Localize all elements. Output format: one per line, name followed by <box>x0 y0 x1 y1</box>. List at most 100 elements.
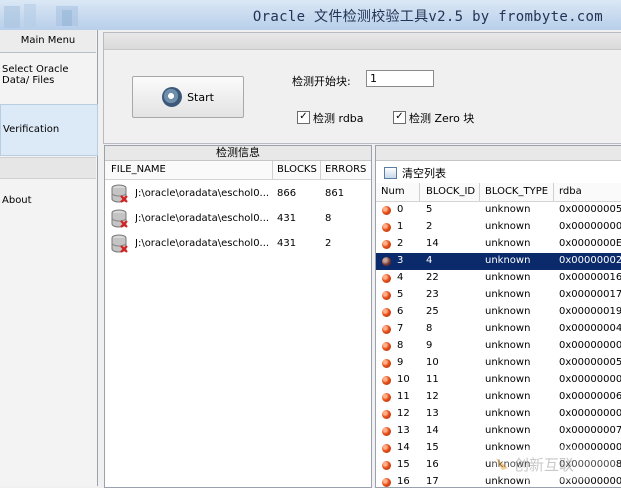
row-block-id: 12 <box>426 391 439 402</box>
start-block-input[interactable] <box>366 70 434 87</box>
start-button[interactable]: Start <box>132 76 244 118</box>
row-block-id: 5 <box>426 204 433 215</box>
sidebar-separator <box>0 157 96 179</box>
file-blocks: 431 <box>277 238 297 249</box>
file-errors: 2 <box>325 238 332 249</box>
row-block-id: 14 <box>426 425 439 436</box>
row-num: 11 <box>397 391 410 402</box>
row-rdba: 0x00000017 <box>559 289 621 300</box>
row-num: 8 <box>397 340 404 351</box>
row-rdba: 0x00000007 <box>559 425 621 436</box>
table-row[interactable]: 7 8 unknown 0x00000004 <box>376 321 621 338</box>
row-block-type: unknown <box>485 391 531 402</box>
column-errors[interactable]: ERRORS <box>325 164 366 175</box>
row-block-type: unknown <box>485 374 531 385</box>
check-rdba-checkbox[interactable]: ✓ <box>297 111 310 124</box>
file-name: J:\oracle\oradata\eschol0... <box>135 188 270 199</box>
row-rdba: 0x00000000 <box>559 221 621 232</box>
result-panel: 清空列表 Num BLOCK_ID BLOCK_TYPE rdba 0 5 unkn… <box>375 145 621 488</box>
row-block-type: unknown <box>485 357 531 368</box>
row-rdba: 0x00000004 <box>559 323 621 334</box>
title-bar: Oracle 文件检测校验工具v2.5 by frombyte.com <box>0 0 621 30</box>
status-dot-icon <box>382 444 391 453</box>
database-error-icon <box>111 184 128 203</box>
row-block-type: unknown <box>485 340 531 351</box>
row-rdba: 0x0000000E <box>559 238 621 249</box>
row-num: 10 <box>397 374 410 385</box>
watermark-text: 创新互联 <box>514 456 574 474</box>
table-row[interactable]: J:\oracle\oradata\eschol0... 431 8 <box>105 208 371 232</box>
table-row[interactable]: 9 10 unknown 0x00000005 <box>376 355 621 372</box>
watermark-logo: 创新互联 <box>492 446 616 482</box>
file-name: J:\oracle\oradata\eschol0... <box>135 238 270 249</box>
check-zero-checkbox[interactable]: ✓ <box>393 111 406 124</box>
status-dot-icon <box>382 257 391 266</box>
column-block-id[interactable]: BLOCK_ID <box>426 186 475 197</box>
row-block-type: unknown <box>485 204 531 215</box>
table-row[interactable]: 11 12 unknown 0x00000006 <box>376 389 621 406</box>
status-dot-icon <box>382 240 391 249</box>
table-row[interactable]: 4 22 unknown 0x00000016 <box>376 270 621 287</box>
row-block-type: unknown <box>485 238 531 249</box>
column-file-name[interactable]: FILE_NAME <box>111 164 166 175</box>
row-num: 2 <box>397 238 404 249</box>
table-row[interactable]: 0 5 unknown 0x00000005 <box>376 202 621 219</box>
file-blocks: 866 <box>277 188 297 199</box>
status-dot-icon <box>382 325 391 334</box>
table-row[interactable]: 2 14 unknown 0x0000000E <box>376 236 621 253</box>
clear-list-label: 清空列表 <box>402 167 446 180</box>
controls-panel: Start 检测开始块: ✓ 检测 rdba ✓ 检测 Zero 块 <box>103 32 621 144</box>
status-dot-icon <box>382 274 391 283</box>
row-block-id: 15 <box>426 442 439 453</box>
detect-info-title: 检测信息 <box>105 146 371 161</box>
row-block-type: unknown <box>485 289 531 300</box>
column-num[interactable]: Num <box>381 186 405 197</box>
row-rdba: 0x00000006 <box>559 391 621 402</box>
table-row[interactable]: J:\oracle\oradata\eschol0... 866 861 <box>105 183 371 207</box>
gear-icon <box>162 87 183 107</box>
row-block-type: unknown <box>485 272 531 283</box>
table-row[interactable]: 3 4 unknown 0x00000002 <box>376 253 621 270</box>
status-dot-icon <box>382 359 391 368</box>
sidebar-item-verification[interactable]: Verification <box>0 104 98 156</box>
column-blocks[interactable]: BLOCKS <box>277 164 317 175</box>
row-block-id: 9 <box>426 340 433 351</box>
row-rdba: 0x00000005 <box>559 204 621 215</box>
clear-list-button[interactable]: 清空列表 <box>384 165 446 181</box>
status-dot-icon <box>382 308 391 317</box>
row-num: 16 <box>397 476 410 487</box>
row-num: 1 <box>397 221 404 232</box>
row-num: 0 <box>397 204 404 215</box>
status-dot-icon <box>382 410 391 419</box>
sidebar-item-select-files[interactable]: Select Oracle Data/ Files <box>0 64 96 86</box>
sidebar-item-about[interactable]: About <box>0 195 96 206</box>
table-row[interactable]: J:\oracle\oradata\eschol0... 431 2 <box>105 233 371 257</box>
row-rdba: 0x00000005 <box>559 357 621 368</box>
row-num: 7 <box>397 323 404 334</box>
table-row[interactable]: 12 13 unknown 0x00000000 <box>376 406 621 423</box>
table-row[interactable]: 6 25 unknown 0x00000019 <box>376 304 621 321</box>
column-divider <box>419 183 420 201</box>
table-row[interactable]: 5 23 unknown 0x00000017 <box>376 287 621 304</box>
window-title: Oracle 文件检测校验工具v2.5 by frombyte.com <box>252 9 603 25</box>
row-num: 6 <box>397 306 404 317</box>
status-dot-icon <box>382 206 391 215</box>
row-rdba: 0x00000000 <box>559 340 621 351</box>
column-rdba[interactable]: rdba <box>559 186 582 197</box>
column-divider <box>553 183 554 201</box>
start-button-label: Start <box>187 90 214 104</box>
table-row[interactable]: 10 11 unknown 0x00000000 <box>376 372 621 389</box>
result-table-header: Num BLOCK_ID BLOCK_TYPE rdba <box>376 183 621 202</box>
column-block-type[interactable]: BLOCK_TYPE <box>485 186 548 197</box>
detect-info-panel: 检测信息 FILE_NAME BLOCKS ERRORS J:\oracle\o… <box>104 145 372 488</box>
row-block-id: 11 <box>426 374 439 385</box>
table-row[interactable]: 1 2 unknown 0x00000000 <box>376 219 621 236</box>
row-num: 13 <box>397 425 410 436</box>
column-divider <box>479 183 480 201</box>
file-blocks: 431 <box>277 213 297 224</box>
table-row[interactable]: 13 14 unknown 0x00000007 <box>376 423 621 440</box>
table-row[interactable]: 8 9 unknown 0x00000000 <box>376 338 621 355</box>
list-icon <box>384 167 397 179</box>
database-error-icon <box>111 234 128 253</box>
status-dot-icon <box>382 223 391 232</box>
